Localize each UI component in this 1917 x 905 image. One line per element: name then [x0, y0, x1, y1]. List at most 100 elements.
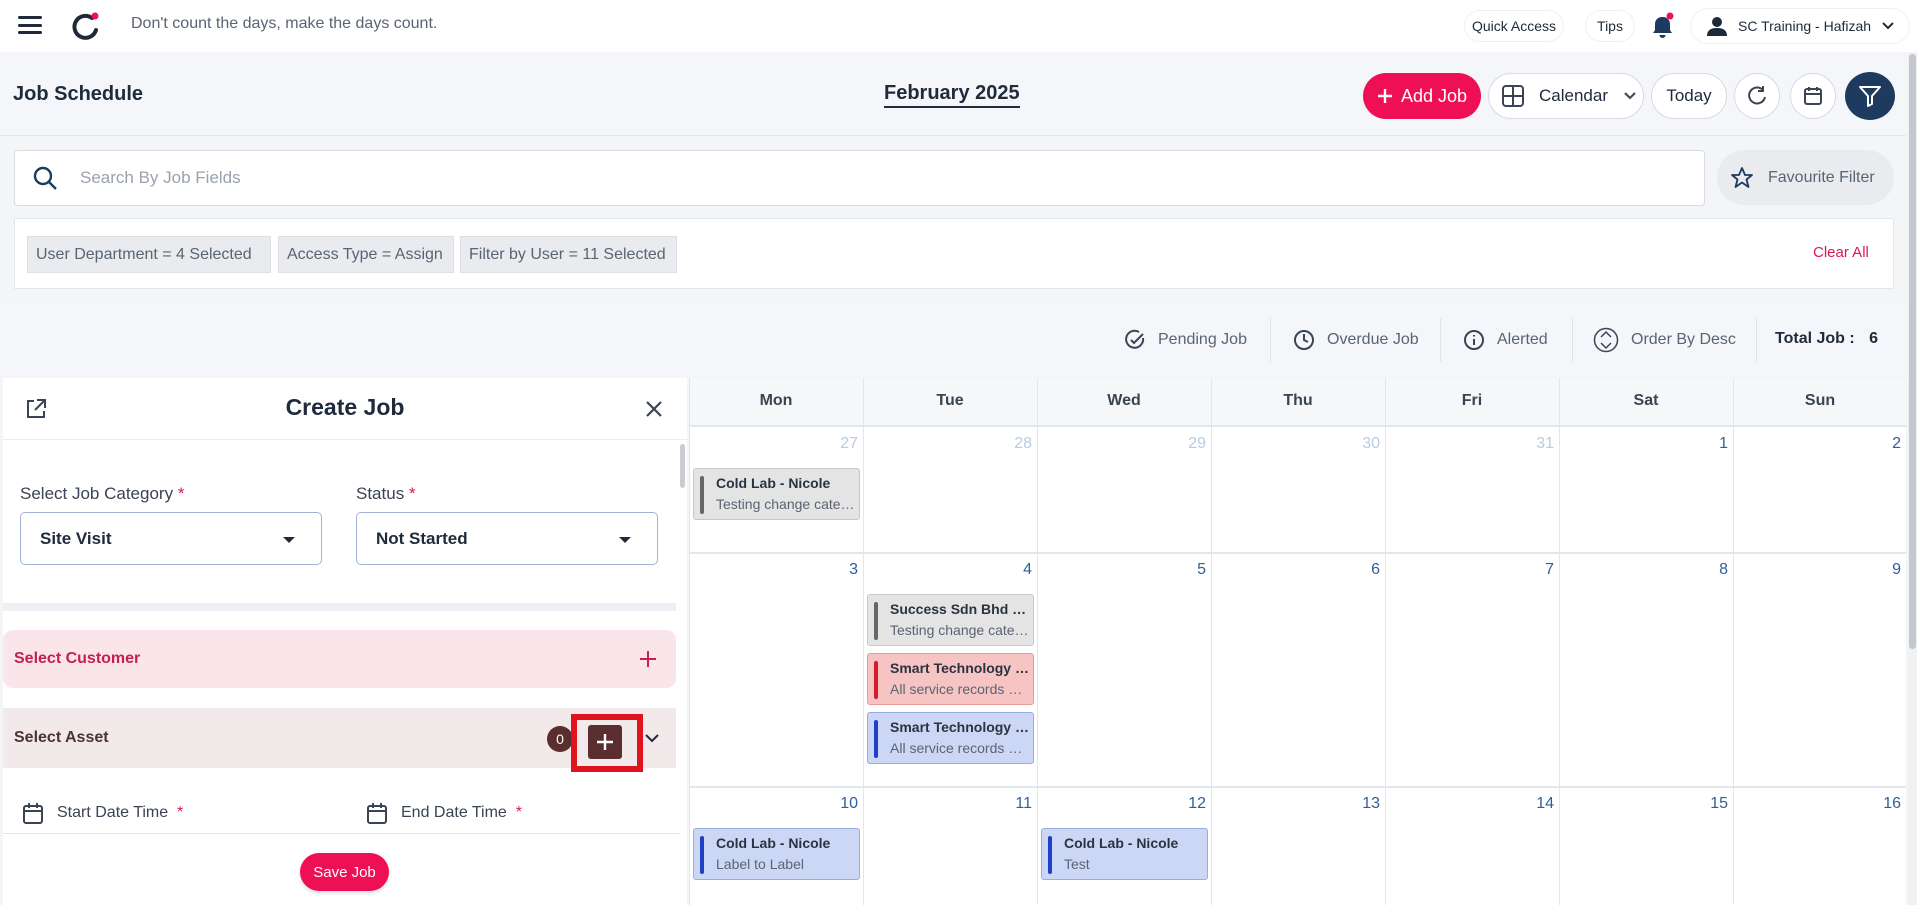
calendar-icon — [1804, 87, 1822, 105]
quick-access-button[interactable]: Quick Access — [1465, 11, 1563, 41]
status-value: Not Started — [376, 528, 468, 548]
refresh-icon — [1748, 86, 1766, 105]
job-category-value: Site Visit — [40, 528, 112, 548]
job-category-select[interactable]: Site Visit — [20, 512, 322, 565]
day-cell[interactable]: 13 — [1340, 795, 1380, 813]
day-cell[interactable]: 29 — [1166, 435, 1206, 453]
calendar-event[interactable]: Smart Technology Sdn Bhd All service rec… — [867, 712, 1034, 764]
day-cell[interactable]: 1 — [1688, 435, 1728, 453]
day-cell[interactable]: 2 — [1861, 435, 1901, 453]
panel-title: Create Job — [285, 394, 405, 420]
day-cell[interactable]: 30 — [1340, 435, 1380, 453]
user-menu[interactable]: SC Training - Hafizah — [1691, 9, 1909, 43]
status-label: Status * — [356, 484, 416, 503]
today-button[interactable]: Today — [1651, 73, 1727, 119]
search-input[interactable] — [80, 168, 1580, 188]
panel-scrollbar[interactable] — [680, 444, 685, 488]
select-customer-label: Select Customer — [14, 650, 141, 667]
search-icon — [33, 166, 57, 190]
day-cell[interactable]: 5 — [1166, 561, 1206, 579]
clear-all-link[interactable]: Clear All — [1813, 244, 1869, 261]
day-cell[interactable]: 9 — [1861, 561, 1901, 579]
page-scrollbar[interactable] — [1908, 52, 1917, 905]
dow-tue: Tue — [936, 392, 964, 409]
current-month[interactable]: February 2025 — [884, 82, 1020, 108]
select-customer-row[interactable]: Select Customer — [3, 630, 676, 688]
total-job-value: 6 — [1869, 330, 1879, 347]
filter-chip-user[interactable]: Filter by User = 11 Selected — [460, 236, 677, 273]
filter-chip-department[interactable]: User Department = 4 Selected — [27, 236, 271, 273]
app-logo — [72, 12, 99, 40]
day-cell[interactable]: 6 — [1340, 561, 1380, 579]
alerted-toggle[interactable]: Alerted — [1463, 324, 1548, 356]
funnel-icon — [1859, 86, 1881, 107]
dow-fri: Fri — [1461, 392, 1483, 409]
save-job-button[interactable]: Save Job — [300, 853, 389, 891]
add-job-label: Add Job — [1400, 85, 1468, 106]
search-bar — [14, 150, 1705, 206]
notification-bell-icon[interactable] — [1650, 12, 1676, 40]
tips-button[interactable]: Tips — [1586, 11, 1634, 41]
check-circle-icon — [1125, 329, 1145, 349]
select-asset-row[interactable]: Select Asset 0 — [3, 708, 676, 772]
calendar-event[interactable]: Cold Lab - Nicole Testing change categor… — [693, 468, 860, 520]
plus-icon — [1377, 89, 1392, 103]
calendar-event[interactable]: Cold Lab - Nicole Label to Label — [693, 828, 860, 880]
calendar-event[interactable]: Success Sdn Bhd - Johor Testing change c… — [867, 594, 1034, 646]
day-cell[interactable]: 8 — [1688, 561, 1728, 579]
calendar-event[interactable]: Cold Lab - Nicole Test — [1041, 828, 1208, 880]
add-asset-button[interactable] — [588, 725, 622, 759]
add-job-button[interactable]: Add Job — [1363, 73, 1481, 119]
pending-job-toggle[interactable]: Pending Job — [1124, 324, 1247, 356]
day-cell[interactable]: 4 — [992, 561, 1032, 579]
pending-job-label: Pending Job — [1158, 331, 1247, 348]
view-select[interactable]: Calendar — [1488, 73, 1644, 119]
status-select[interactable]: Not Started — [356, 512, 658, 565]
filter-chip-access-type[interactable]: Access Type = Assign — [278, 236, 454, 273]
dow-sun: Sun — [1804, 392, 1836, 409]
plus-icon[interactable] — [639, 650, 657, 668]
date-picker-button[interactable] — [1790, 73, 1836, 119]
day-cell[interactable]: 28 — [992, 435, 1032, 453]
day-cell[interactable]: 14 — [1514, 795, 1554, 813]
day-cell[interactable]: 16 — [1861, 795, 1901, 813]
star-icon — [1731, 166, 1753, 188]
chevron-down-icon — [1624, 92, 1636, 100]
month-calendar: Mon Tue Wed Thu Fri Sat Sun 27 28 29 30 … — [689, 378, 1906, 905]
dow-sat: Sat — [1633, 392, 1659, 409]
page-title: Job Schedule — [13, 83, 144, 105]
close-icon[interactable] — [643, 398, 665, 420]
grid-icon — [1502, 85, 1524, 107]
total-job: Total Job : 6 — [1775, 330, 1878, 348]
day-cell[interactable]: 11 — [992, 795, 1032, 813]
calendar-icon — [23, 803, 43, 824]
alerted-label: Alerted — [1497, 331, 1548, 348]
refresh-button[interactable] — [1734, 73, 1780, 119]
select-asset-label: Select Asset — [14, 729, 109, 746]
order-toggle[interactable]: Order By Desc — [1593, 324, 1736, 356]
day-cell[interactable]: 3 — [818, 561, 858, 579]
menu-icon[interactable] — [18, 16, 42, 34]
view-select-label: Calendar — [1539, 86, 1608, 105]
plus-icon — [597, 734, 613, 750]
day-cell[interactable]: 27 — [818, 435, 858, 453]
favourite-filter-button[interactable]: Favourite Filter — [1717, 150, 1894, 205]
asset-count-badge: 0 — [547, 726, 573, 752]
overdue-job-toggle[interactable]: Overdue Job — [1293, 324, 1419, 356]
job-category-label: Select Job Category * — [20, 484, 185, 503]
chevron-down-icon[interactable] — [644, 730, 660, 746]
caret-down-icon — [619, 537, 631, 543]
calendar-header: Mon Tue Wed Thu Fri Sat Sun — [689, 378, 1906, 427]
start-date-label[interactable]: Start Date Time * — [23, 802, 183, 824]
day-cell[interactable]: 15 — [1688, 795, 1728, 813]
day-cell[interactable]: 10 — [818, 795, 858, 813]
day-cell[interactable]: 7 — [1514, 561, 1554, 579]
clock-icon — [1294, 330, 1314, 350]
filter-button[interactable] — [1845, 72, 1895, 120]
day-cell[interactable]: 12 — [1166, 795, 1206, 813]
order-label: Order By Desc — [1631, 331, 1736, 348]
caret-down-icon — [283, 537, 295, 543]
day-cell[interactable]: 31 — [1514, 435, 1554, 453]
calendar-event[interactable]: Smart Technology Sdn Bhd All service rec… — [867, 653, 1034, 705]
end-date-label[interactable]: End Date Time * — [367, 802, 522, 824]
